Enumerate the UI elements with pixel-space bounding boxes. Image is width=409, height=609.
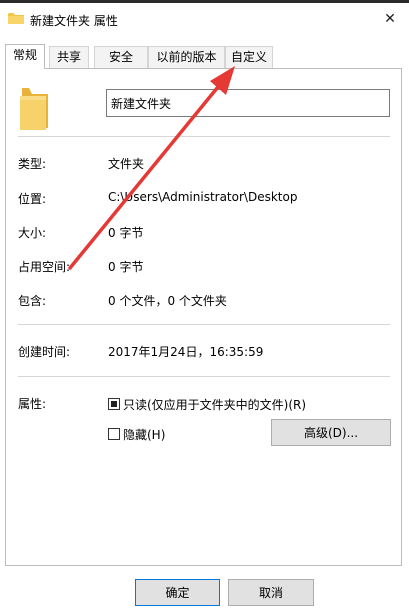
annotation-arrow-shaft bbox=[68, 80, 224, 270]
tab-general[interactable]: 常规 bbox=[5, 44, 45, 69]
annotation-arrow bbox=[68, 66, 235, 270]
